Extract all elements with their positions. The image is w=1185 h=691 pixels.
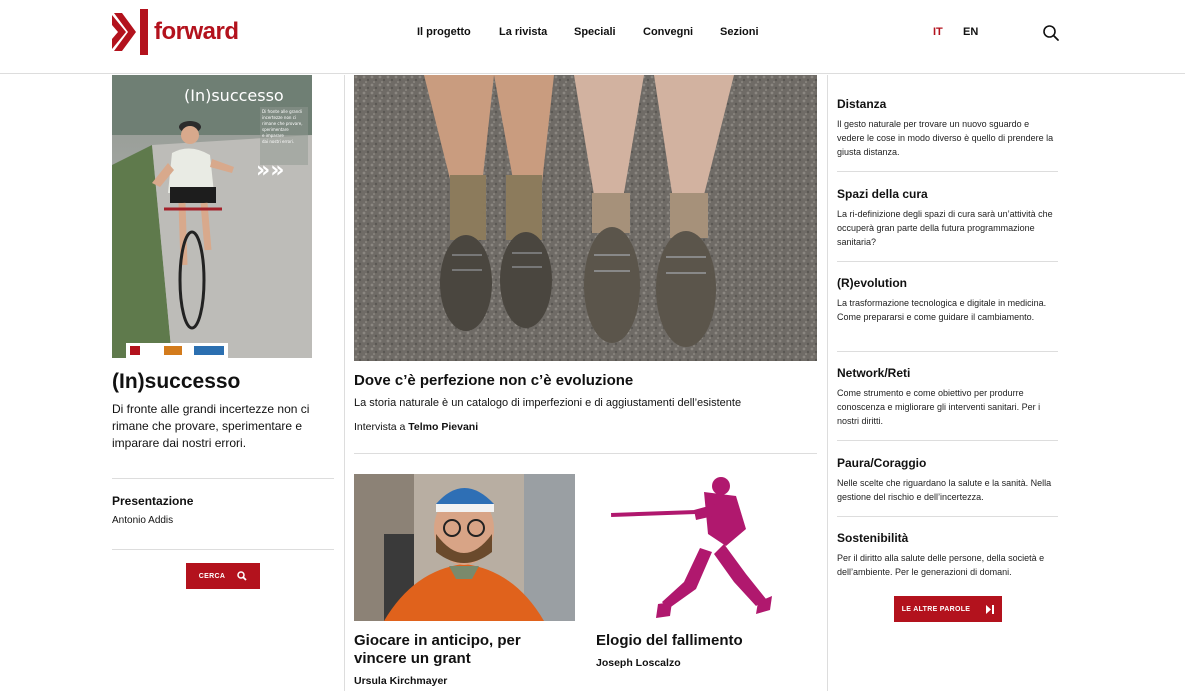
cover-illustration: »» (In)successo Di fronte alle grandi in… <box>112 75 312 358</box>
keyword-text: Nelle scelte che riguardano la salute e … <box>837 478 1052 502</box>
featured-image[interactable] <box>354 75 817 361</box>
svg-text:rimane che provare,: rimane che provare, <box>262 121 303 126</box>
divider <box>837 516 1058 517</box>
presentation-author: Antonio Addis <box>112 515 174 526</box>
divider <box>837 351 1058 352</box>
keyword-item[interactable]: Network/Reti Come strumento e come obiet… <box>837 366 1059 428</box>
site-logo[interactable]: forward <box>112 9 239 55</box>
keyword-title[interactable]: Spazi della cura <box>837 187 1059 201</box>
nav-item-rivista[interactable]: La rivista <box>499 26 547 38</box>
divider <box>112 549 334 550</box>
divider <box>354 453 817 454</box>
keyword-title[interactable]: Sostenibilità <box>837 531 1059 545</box>
lang-en[interactable]: EN <box>963 26 978 38</box>
featured-title[interactable]: Dove c’è perfezione non c’è evoluzione <box>354 372 817 390</box>
issue-description: Di fronte alle grandi incertezze non ci … <box>112 402 310 450</box>
keyword-item[interactable]: Paura/Coraggio Nelle scelte che riguarda… <box>837 456 1059 504</box>
card-image[interactable] <box>354 474 575 621</box>
card-image[interactable] <box>596 474 817 621</box>
divider <box>837 261 1058 262</box>
forward-logo-icon <box>112 9 148 55</box>
presentation-label[interactable]: Presentazione <box>112 494 193 508</box>
baseball-batter-illustration <box>596 474 817 621</box>
keyword-item[interactable]: Sostenibilità Per il diritto alla salute… <box>837 531 1059 579</box>
search-icon <box>237 571 247 581</box>
svg-text:Di fronte alle grandi: Di fronte alle grandi <box>262 109 302 114</box>
issue-title[interactable]: (In)successo <box>112 370 240 394</box>
search-icon[interactable] <box>1042 24 1060 42</box>
keyword-title[interactable]: (R)evolution <box>837 276 1059 290</box>
keyword-text: Il gesto naturale per trovare un nuovo s… <box>837 119 1054 157</box>
keyword-item[interactable]: Distanza Il gesto naturale per trovare u… <box>837 97 1059 159</box>
keyword-text: Come strumento e come obiettivo per prod… <box>837 388 1041 426</box>
divider <box>837 440 1058 441</box>
site-header: forward Il progetto La rivista Speciali … <box>0 0 1185 74</box>
featured-author: Intervista a Telmo Pievani <box>354 421 478 433</box>
magazine-cover[interactable]: »» (In)successo Di fronte alle grandi in… <box>112 75 312 358</box>
svg-text:incertezze non ci: incertezze non ci <box>262 115 296 120</box>
nav-item-sezioni[interactable]: Sezioni <box>720 26 759 38</box>
svg-text:sperimentare: sperimentare <box>262 127 289 132</box>
divider <box>837 171 1058 172</box>
keyword-text: Per il diritto alla salute delle persone… <box>837 553 1045 577</box>
card-author[interactable]: Joseph Loscalzo <box>596 657 681 669</box>
skip-forward-icon <box>986 604 995 614</box>
column-divider <box>827 75 828 691</box>
keyword-item[interactable]: (R)evolution La trasformazione tecnologi… <box>837 276 1059 324</box>
cover-title: (In)successo <box>184 86 284 105</box>
nav-item-convegni[interactable]: Convegni <box>643 26 693 38</box>
man-with-cap-photo <box>354 474 575 621</box>
more-words-button[interactable]: LE ALTRE PAROLE <box>894 596 1002 622</box>
search-button-label: CERCA <box>198 572 226 580</box>
card-author[interactable]: Ursula Kirchmayer <box>354 675 447 687</box>
keyword-text: La ri-definizione degli spazi di cura sa… <box>837 209 1053 247</box>
lang-it[interactable]: IT <box>933 26 943 38</box>
card-title[interactable]: Giocare in anticipo, per vincere un gran… <box>354 632 574 668</box>
keyword-title[interactable]: Paura/Coraggio <box>837 456 1059 470</box>
author-prefix: Intervista a <box>354 421 406 433</box>
column-divider <box>344 75 345 691</box>
more-words-label: LE ALTRE PAROLE <box>901 605 971 613</box>
nav-item-progetto[interactable]: Il progetto <box>417 26 471 38</box>
keyword-title[interactable]: Network/Reti <box>837 366 1059 380</box>
keyword-item[interactable]: Spazi della cura La ri-definizione degli… <box>837 187 1059 249</box>
keyword-text: La trasformazione tecnologica e digitale… <box>837 298 1047 322</box>
divider <box>112 478 334 479</box>
muddy-shoes-photo <box>354 75 817 361</box>
svg-text:e imparare: e imparare <box>262 133 284 138</box>
search-button[interactable]: CERCA <box>186 563 260 589</box>
logo-wordmark: forward <box>154 18 239 45</box>
svg-text:dai nostri errori.: dai nostri errori. <box>262 139 294 144</box>
nav-item-speciali[interactable]: Speciali <box>574 26 616 38</box>
author-name[interactable]: Telmo Pievani <box>408 421 478 433</box>
featured-subtitle: La storia naturale è un catalogo di impe… <box>354 397 742 409</box>
keyword-title[interactable]: Distanza <box>837 97 1059 111</box>
card-title[interactable]: Elogio del fallimento <box>596 632 816 650</box>
